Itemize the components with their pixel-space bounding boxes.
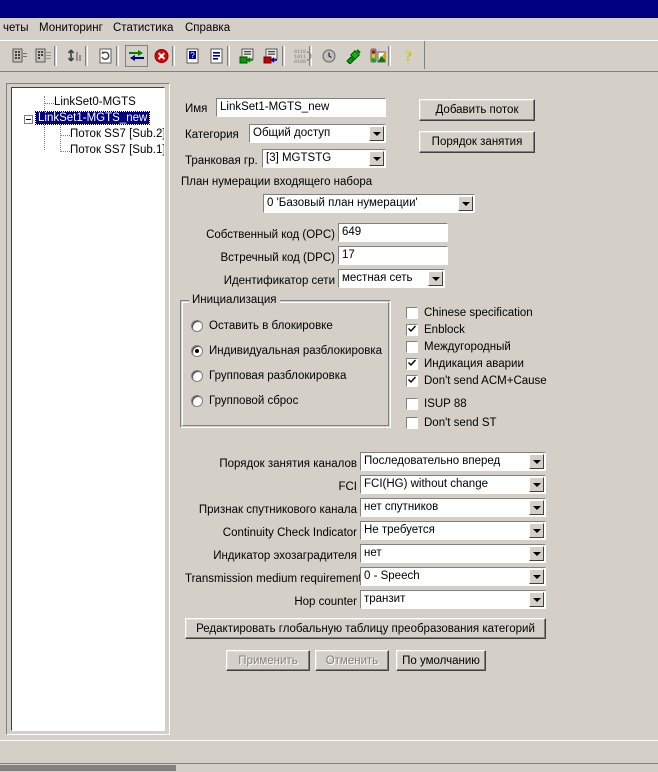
initialization-group: Инициализация Оставить в блокировке Инди… [180, 294, 391, 428]
status-bar [0, 740, 658, 764]
dpc-label: Встречный код (DPC) [220, 252, 335, 264]
flag-label: Индикация аварии [424, 358, 524, 370]
satellite-indicator-label: Признак спутникового канала [198, 504, 357, 516]
linkset-properties-form: Имя LinkSet1-MGTS_new Категория Общий до… [0, 0, 658, 771]
chevron-down-icon[interactable] [428, 271, 443, 286]
dpc-input[interactable]: 17 [338, 246, 448, 265]
taskbar-edge [0, 765, 176, 771]
chevron-down-icon[interactable] [369, 151, 384, 166]
echo-suppressor-dropdown[interactable]: нет [360, 544, 546, 563]
add-stream-button[interactable]: Добавить поток [419, 99, 535, 121]
init-option-label: Групповая разблокировка [209, 370, 347, 382]
trunk-group-label: Транковая гр. [185, 155, 258, 167]
trunk-group-dropdown-value: [3] MGTSTG [266, 152, 332, 164]
continuity-check-label: Continuity Check Indicator [222, 527, 357, 539]
cancel-button[interactable]: Отменить [315, 650, 389, 671]
transmission-medium-dropdown[interactable]: 0 - Speech [360, 567, 546, 586]
dropdown-value: Не требуется [364, 524, 435, 536]
initialization-group-title: Инициализация [189, 294, 280, 307]
seizure-order-button[interactable]: Порядок занятия [419, 131, 535, 153]
chevron-down-icon[interactable] [529, 500, 544, 515]
checkbox-indicator [406, 307, 418, 319]
numbering-plan-dropdown-value: 0 'Базовый план нумерации' [267, 197, 418, 209]
radio-indicator [191, 320, 203, 332]
init-option-label: Индивидуальная разблокировка [209, 345, 383, 357]
chevron-down-icon[interactable] [458, 196, 473, 211]
dropdown-value: нет спутников [364, 501, 439, 513]
hop-counter-label: Hop counter [294, 596, 357, 608]
default-button[interactable]: По умолчанию [396, 650, 486, 671]
chevron-down-icon[interactable] [529, 592, 544, 607]
checkbox-indicator [406, 341, 418, 353]
flag-label: Chinese specification [424, 307, 533, 319]
dropdown-value: FCI(HG) without change [364, 478, 488, 490]
init-option-label: Оставить в блокировке [209, 320, 333, 332]
chevron-down-icon[interactable] [529, 454, 544, 469]
checkmark-icon [408, 325, 416, 333]
channel-seizure-order-dropdown[interactable]: Последовательно вперед [360, 452, 546, 471]
transmission-medium-label: Transmission medium requirement [185, 573, 362, 585]
echo-suppressor-label: Индикатор эхозаградителя [213, 550, 357, 562]
trunk-group-dropdown[interactable]: [3] MGTSTG [262, 149, 386, 168]
edit-global-category-table-button[interactable]: Редактировать глобальную таблицу преобра… [185, 618, 546, 639]
chevron-down-icon[interactable] [369, 126, 384, 141]
radio-selected-dot [195, 349, 199, 353]
network-id-dropdown[interactable]: местная сеть [338, 269, 445, 288]
name-label: Имя [185, 103, 208, 115]
dropdown-value: Последовательно вперед [364, 455, 501, 467]
checkmark-icon [408, 359, 416, 367]
checkbox-indicator [406, 417, 418, 429]
category-dropdown[interactable]: Общий доступ [249, 124, 386, 143]
radio-indicator [191, 395, 203, 407]
checkmark-icon [408, 376, 416, 384]
category-dropdown-value: Общий доступ [253, 127, 331, 139]
chevron-down-icon[interactable] [529, 523, 544, 538]
fci-dropdown[interactable]: FCI(HG) without change [360, 475, 546, 494]
opc-input[interactable]: 649 [338, 223, 448, 242]
hop-counter-dropdown[interactable]: транзит [360, 590, 546, 609]
chevron-down-icon[interactable] [529, 477, 544, 492]
flag-label: Междугородный [424, 341, 511, 353]
apply-button[interactable]: Применить [226, 650, 310, 671]
flag-label: ISUP 88 [424, 398, 467, 410]
checkbox-indicator [406, 398, 418, 410]
dropdown-value: нет [364, 547, 382, 559]
numbering-plan-dropdown[interactable]: 0 'Базовый план нумерации' [263, 194, 475, 213]
dropdown-value: транзит [364, 593, 406, 605]
channel-seizure-order-label: Порядок занятия каналов [219, 458, 357, 470]
init-option-label: Групповой сброс [209, 395, 299, 407]
chevron-down-icon[interactable] [529, 546, 544, 561]
network-id-dropdown-value: местная сеть [342, 272, 413, 284]
category-label: Категория [185, 129, 239, 141]
fci-label: FCI [338, 481, 357, 493]
flag-label: Don't send ST [424, 417, 497, 429]
satellite-indicator-dropdown[interactable]: нет спутников [360, 498, 546, 517]
radio-indicator [191, 370, 203, 382]
flag-label: Enblock [424, 324, 465, 336]
dropdown-value: 0 - Speech [364, 570, 420, 582]
name-input[interactable]: LinkSet1-MGTS_new [216, 98, 386, 117]
chevron-down-icon[interactable] [529, 569, 544, 584]
opc-label: Собственный код (OPC) [206, 229, 335, 241]
flag-label: Don't send ACM+Cause [424, 375, 547, 387]
continuity-check-dropdown[interactable]: Не требуется [360, 521, 546, 540]
numbering-plan-label: План нумерации входящего набора [181, 176, 373, 188]
network-id-label: Идентификатор сети [223, 275, 335, 287]
